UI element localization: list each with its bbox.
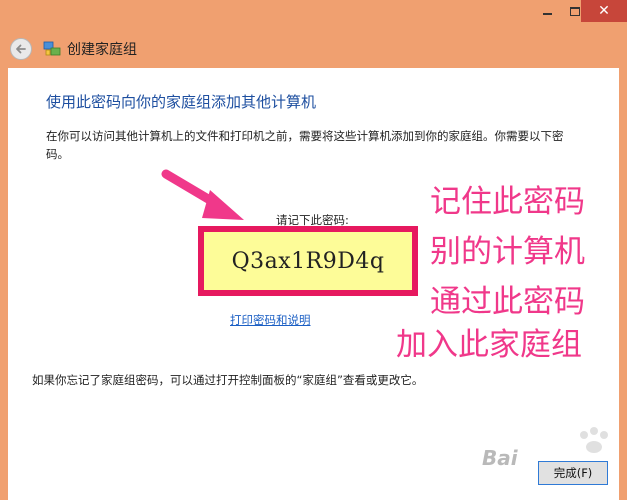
password-highlight-box: Q3ax1R9D4q (198, 226, 418, 296)
close-button[interactable]: ✕ (581, 0, 627, 22)
maximize-icon (570, 6, 580, 16)
pointer-arrow-icon (161, 169, 244, 220)
finish-button[interactable]: 完成(F) (538, 461, 608, 485)
close-icon: ✕ (598, 3, 610, 19)
description-text: 在你可以访问其他计算机上的文件和打印机之前，需要将这些计算机添加到你的家庭组。你… (46, 129, 564, 161)
password-value: Q3ax1R9D4q (204, 232, 412, 290)
forgot-password-text: 如果你忘记了家庭组密码，可以通过打开控制面板的“家庭组”查看或更改它。 (32, 373, 424, 387)
annotation-line-3: 通过此密码 (430, 284, 585, 320)
back-button[interactable] (10, 38, 32, 60)
minimize-button[interactable] (534, 0, 560, 22)
window-title: 创建家庭组 (67, 42, 137, 58)
minimize-icon (542, 13, 552, 15)
print-password-link[interactable]: 打印密码和说明 (230, 312, 311, 328)
nav-bar: 创建家庭组 (0, 30, 627, 68)
back-arrow-icon (16, 44, 26, 54)
title-bar: ✕ (0, 0, 627, 30)
annotation-line-2: 别的计算机 (430, 234, 585, 270)
page-heading: 使用此密码向你的家庭组添加其他计算机 (46, 93, 317, 111)
annotation-line-1: 记住此密码 (430, 184, 585, 220)
watermark-text: Bai (482, 446, 518, 470)
homegroup-icon (43, 41, 61, 56)
annotation-line-4: 加入此家庭组 (396, 327, 582, 363)
content-panel: 使用此密码向你的家庭组添加其他计算机 在你可以访问其他计算机上的文件和打印机之前… (8, 68, 619, 500)
